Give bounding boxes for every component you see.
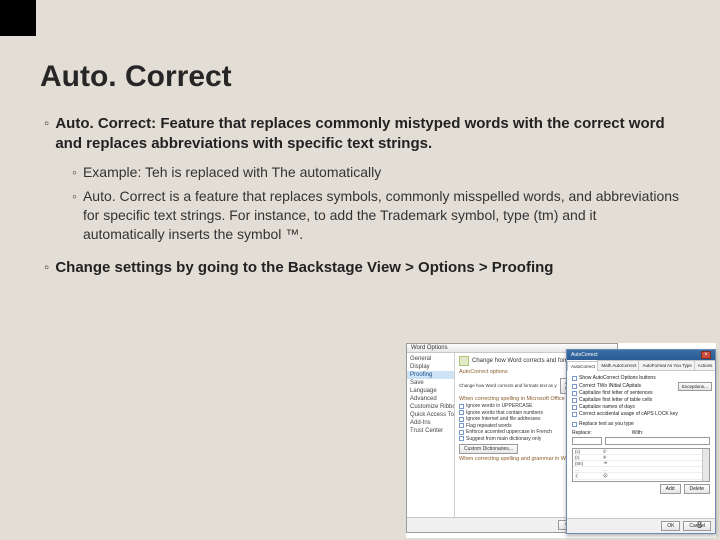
slide-content: Auto. Correct ◦ Auto. Correct: Feature t…	[0, 0, 720, 278]
bullet-marker: ◦	[72, 187, 77, 244]
checkbox-row[interactable]: Capitalize names of days	[572, 404, 678, 410]
autocorrect-tabs: AutoCorrect Math AutoCorrect AutoFormat …	[567, 360, 715, 371]
bullet-marker: ◦	[44, 258, 49, 278]
options-sidebar: General Display Proofing Save Language A…	[407, 353, 455, 517]
custom-dictionaries-button[interactable]: Custom Dictionaries...	[459, 444, 518, 454]
checkbox-row[interactable]: Show AutoCorrect Options buttons	[572, 375, 710, 381]
corner-accent	[0, 0, 36, 36]
tab-autoformat-type[interactable]: AutoFormat As You Type	[638, 360, 694, 370]
sidebar-item[interactable]: Advanced	[407, 395, 454, 403]
exceptions-button[interactable]: Exceptions...	[678, 382, 712, 391]
replace-input[interactable]	[572, 437, 602, 445]
slide-title: Auto. Correct	[40, 60, 680, 94]
checkbox-row[interactable]: Capitalize first letter of sentences	[572, 390, 678, 396]
page-number: 8	[697, 520, 702, 530]
add-button[interactable]: Add	[660, 484, 681, 494]
checkbox-row[interactable]: Correct accidental usage of cAPS LOCK ke…	[572, 411, 678, 417]
embedded-screenshot: Word Options General Display Proofing Sa…	[406, 343, 716, 538]
replace-label: Replace:	[572, 430, 592, 436]
replace-listbox[interactable]: (c)© (r)® (tm)™ ...… :(☹	[572, 448, 710, 482]
checkbox-replace[interactable]: Replace text as you type	[572, 421, 710, 427]
abc-icon	[459, 356, 469, 366]
bullet-text: Change settings by going to the Backstag…	[55, 258, 553, 278]
sidebar-item[interactable]: Display	[407, 363, 454, 371]
sidebar-item[interactable]: Language	[407, 387, 454, 395]
checkbox-row[interactable]: Correct TWo INitial CApitals	[572, 383, 678, 389]
tab-math[interactable]: Math AutoCorrect	[597, 360, 639, 370]
autocorrect-title: AutoCorrect	[571, 352, 598, 358]
bullet-marker: ◦	[44, 114, 49, 155]
bullet-text: Example: Teh is replaced with The automa…	[83, 163, 381, 182]
close-icon[interactable]: ×	[701, 351, 711, 359]
scrollbar[interactable]	[702, 449, 709, 481]
bullet-level2: ◦ Example: Teh is replaced with The auto…	[72, 163, 680, 182]
sidebar-item[interactable]: Quick Access Toolbar	[407, 411, 454, 419]
bullet-level1: ◦ Change settings by going to the Backst…	[44, 258, 680, 278]
sidebar-item[interactable]: Add-Ins	[407, 419, 454, 427]
tab-autocorrect[interactable]: AutoCorrect	[567, 361, 598, 371]
line-text: Change how Word corrects and formats tex…	[459, 383, 557, 388]
sidebar-item-proofing[interactable]: Proofing	[407, 371, 454, 379]
sidebar-item[interactable]: Save	[407, 379, 454, 387]
autocorrect-dialog: AutoCorrect × AutoCorrect Math AutoCorre…	[566, 349, 716, 534]
with-input[interactable]	[605, 437, 710, 445]
bullet-level2: ◦ Auto. Correct is a feature that replac…	[72, 187, 680, 244]
delete-button[interactable]: Delete	[684, 484, 710, 494]
bullet-text: Auto. Correct is a feature that replaces…	[83, 187, 680, 244]
ok-button[interactable]: OK	[661, 521, 680, 531]
bullet-marker: ◦	[72, 163, 77, 182]
sidebar-item[interactable]: Customize Ribbon	[407, 403, 454, 411]
bullet-text: Auto. Correct: Feature that replaces com…	[55, 114, 680, 155]
bullet-level1: ◦ Auto. Correct: Feature that replaces c…	[44, 114, 680, 155]
sidebar-item[interactable]: General	[407, 355, 454, 363]
sidebar-item[interactable]: Trust Center	[407, 427, 454, 435]
checkbox-row[interactable]: Capitalize first letter of table cells	[572, 397, 678, 403]
tab-actions[interactable]: Actions	[694, 360, 716, 370]
with-label: With:	[632, 430, 643, 436]
